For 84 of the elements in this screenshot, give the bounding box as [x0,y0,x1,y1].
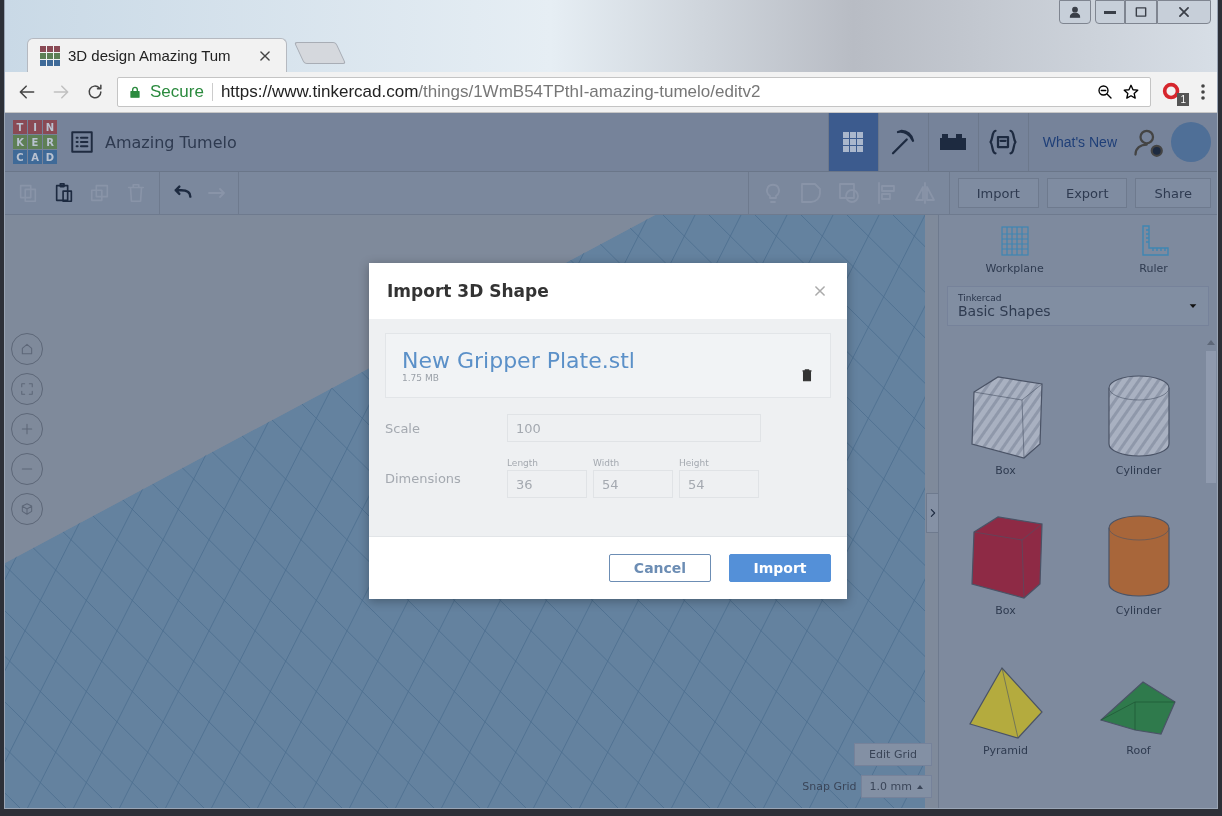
clipboard-icon [53,182,75,204]
logo-tile: A [28,150,42,164]
close-icon [258,48,272,63]
dimension-label: Height [679,458,710,468]
trash-icon [800,367,814,383]
shape-item[interactable]: Box [939,352,1072,478]
fit-view-icon [20,382,34,396]
dimension-label: Width [593,458,621,468]
logo-tile: I [28,120,42,134]
favicon-icon [40,45,60,66]
tab-title: 3D design Amazing Tum [68,47,232,64]
maximize-button[interactable] [1125,0,1157,24]
shape-item[interactable]: Cylinder [1072,352,1205,478]
toolbar-button[interactable]: Import [957,178,1039,208]
cancel-button[interactable]: Cancel [609,554,711,582]
address-bar[interactable]: Secure https://www.tinkercad.com/things/1WmB54TPthI-amazing-tumelo/editv2 [117,77,1151,107]
grid-icon [841,130,866,154]
shape-item[interactable]: Roof [1072,632,1205,758]
dialog-title: Import 3D Shape [387,281,549,301]
zoom-out-icon [1096,83,1114,101]
more-icon [1201,84,1205,100]
close-icon [813,284,827,298]
shape-item[interactable]: Box [939,492,1072,618]
logo-tile: R [43,135,57,149]
menu-button[interactable] [1199,82,1207,102]
logo-tile: N [43,120,57,134]
code-braces-icon [988,127,1019,157]
home-icon [20,342,34,356]
logo-tile: C [13,150,27,164]
avatar-circle[interactable] [1171,122,1211,162]
remove-file-button[interactable] [800,367,814,383]
add-user-icon [1133,127,1163,157]
scale-field[interactable]: 100 [507,414,761,442]
cube-view-icon [20,502,34,516]
url-text: https://www.tinkercad.com/things/1WmB54TPthI-amazing-tumelo/editv2 [220,82,762,102]
dimension-label: Length [507,458,540,468]
design-list-button[interactable] [69,129,95,155]
brick-icon [939,131,968,153]
dimension-field[interactable]: 36 [507,470,587,498]
file-size: 1.75 MB [402,373,440,383]
logo-tile: D [43,150,57,164]
shape-item[interactable]: Pyramid [939,632,1072,758]
import-button[interactable]: Import [729,554,831,582]
edit-grid-button[interactable]: Edit Grid [854,743,932,766]
dimensions-label: Dimensions [385,470,462,486]
dimension-field[interactable]: 54 [679,470,759,498]
person-icon [1068,5,1082,19]
logo-tile: T [13,120,27,134]
whats-new-link[interactable]: What's New [1027,113,1131,171]
dropdown-caret-icon [917,784,923,789]
list-icon [69,129,95,155]
scale-label: Scale [385,420,421,436]
scrollbar-thumb[interactable] [1206,351,1216,483]
browser-tab[interactable]: 3D design Amazing Tum [27,38,287,72]
minimize-button[interactable] [1095,0,1125,24]
logo-tile: K [13,135,27,149]
logo-tile: E [28,135,42,149]
dropdown-caret-icon [1188,301,1198,311]
shape-item[interactable]: Cylinder [1072,492,1205,618]
file-name: New Gripper Plate.stl [402,348,636,373]
toolbar-button[interactable]: Export [1046,178,1128,208]
panel-toggle-button[interactable] [926,493,938,533]
lock-icon [128,85,142,99]
snap-grid-label: Snap Grid [802,780,857,793]
star-icon [1122,83,1140,101]
design-title: Amazing Tumelo [105,132,238,152]
window-close-button[interactable] [1157,0,1211,24]
minimize-icon [1104,10,1116,14]
extension-button[interactable]: 1 [1161,78,1189,106]
toolbar-button[interactable]: Share [1135,178,1211,208]
maximize-icon [1134,5,1148,19]
profile-button[interactable] [1059,0,1091,24]
secure-label: Secure [150,82,204,102]
grid-view-tab[interactable] [827,113,878,171]
shape-library-dropdown[interactable]: Tinkercad Basic Shapes [947,286,1209,326]
snap-grid-dropdown[interactable]: 1.0 mm [860,775,932,798]
zoom-in-icon [20,422,34,436]
workplane-tool[interactable]: Workplane [979,223,1050,276]
ruler-tool[interactable]: Ruler [1130,223,1177,276]
extension-badge: 1 [1177,93,1189,106]
close-icon [1177,5,1191,19]
dimension-field[interactable]: 54 [593,470,673,498]
forward-arrow-icon [51,82,71,102]
scroll-up-icon[interactable] [1207,340,1215,345]
